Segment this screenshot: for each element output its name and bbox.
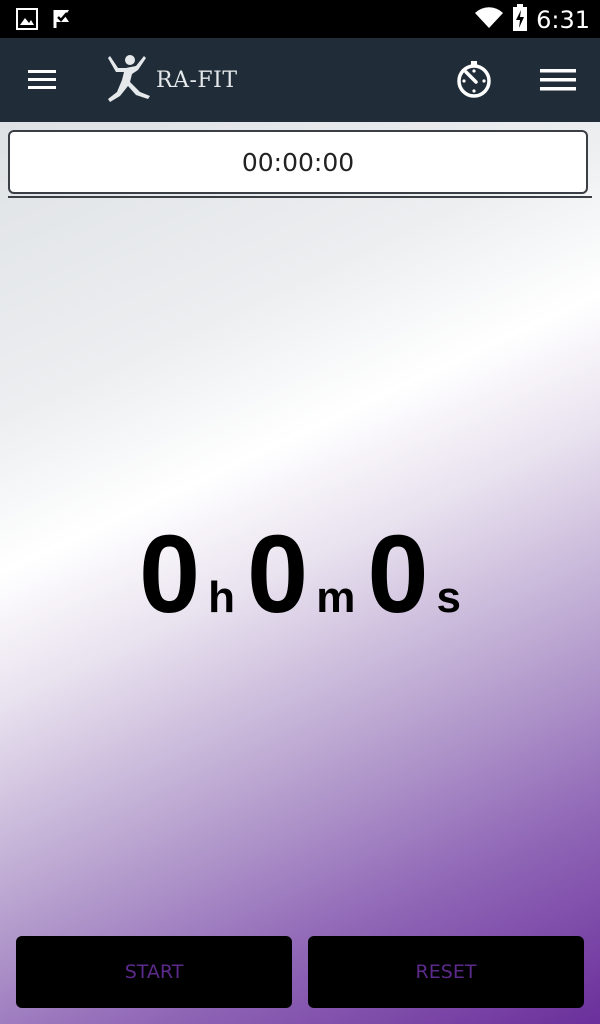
hamburger-menu-icon[interactable] [22,64,62,96]
minutes-value: 0 [247,513,309,636]
app-bar: RA-FIT [0,38,600,122]
check-flag-icon [52,8,74,34]
seconds-value: 0 [367,513,429,636]
field-underline [8,196,592,198]
overflow-menu-icon[interactable] [538,64,578,96]
hours-unit: h [208,573,236,622]
elapsed-time-display: 0 h 0 m 0 s [0,520,600,630]
reset-button[interactable]: RESET [308,936,584,1008]
wifi-icon [474,6,504,34]
time-input-field[interactable]: 00:00:00 [8,130,588,194]
app-logo: RA-FIT [104,52,238,108]
status-bar: 6:31 [0,0,600,38]
seconds-unit: s [436,573,462,622]
runner-logo-icon [104,52,152,108]
battery-charging-icon [512,4,528,36]
hours-value: 0 [138,513,201,636]
stopwatch-icon[interactable] [454,60,494,100]
minutes-unit: m [316,573,356,622]
image-icon [16,8,38,34]
stopwatch-screen: 6:31 RA-FIT 00:00:00 0 h 0 m 0 s START R… [0,0,600,1024]
status-time: 6:31 [536,6,590,34]
logo-text: RA-FIT [156,67,238,93]
start-button[interactable]: START [16,936,292,1008]
